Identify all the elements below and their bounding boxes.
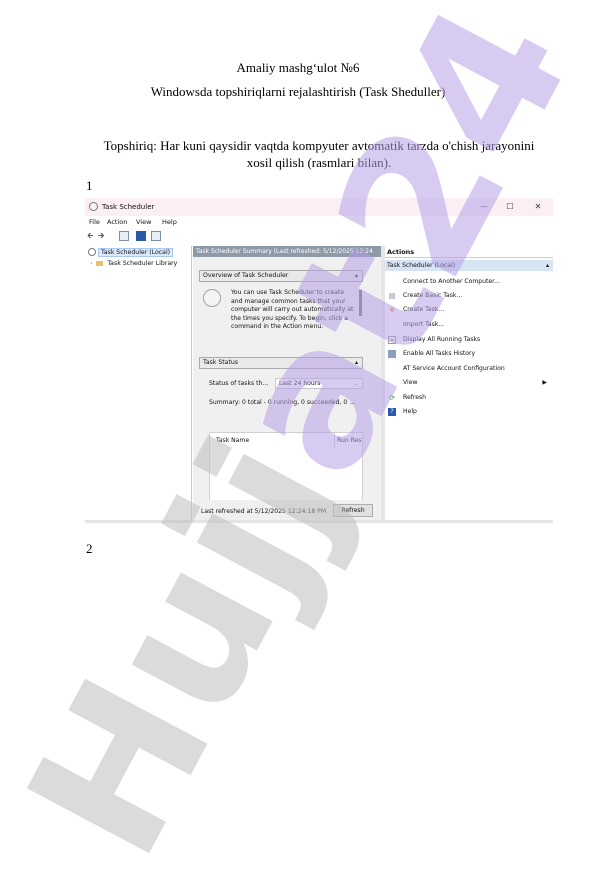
create-task-icon: ✺ (389, 306, 395, 314)
action-help[interactable]: Help (403, 408, 417, 415)
actions-subheader-label: Task Scheduler (Local) (387, 262, 456, 269)
column-divider[interactable] (334, 433, 335, 447)
actions-subheader[interactable]: Task Scheduler (Local) ▴ (385, 260, 553, 271)
back-arrow-icon[interactable]: 🡰 (87, 231, 93, 241)
tree-item-label: Task Scheduler (Local) (97, 248, 174, 257)
action-refresh[interactable]: Refresh (403, 394, 426, 401)
title-bar: Task Scheduler — ☐ ✕ (85, 198, 553, 216)
console-tree: Task Scheduler (Local) › Task Scheduler … (85, 246, 192, 520)
action-at-service-account[interactable]: AT Service Account Configuration (403, 365, 505, 372)
show-hide-tree-icon[interactable] (119, 231, 129, 241)
task-status-section-header[interactable]: Task Status ▴ (199, 357, 363, 369)
history-icon (388, 350, 396, 358)
help-icon[interactable] (136, 231, 146, 241)
scrollbar[interactable] (359, 290, 362, 316)
status-label: Status of tasks th... (209, 380, 269, 387)
help-icon: ? (388, 408, 396, 416)
action-view[interactable]: View (403, 379, 417, 386)
action-import-task[interactable]: Import Task... (403, 321, 444, 328)
action-create-task[interactable]: Create Task... (403, 306, 444, 313)
window-title: Task Scheduler (102, 203, 155, 211)
clock-icon (89, 202, 98, 211)
status-period-value: Last 24 hours (279, 380, 321, 387)
action-connect-computer[interactable]: Connect to Another Computer... (403, 278, 500, 285)
collapse-arrow-icon[interactable]: ▴ (355, 358, 358, 368)
show-action-pane-icon[interactable] (151, 231, 161, 241)
status-summary: Summary: 0 total - 0 running, 0 succeede… (209, 399, 356, 406)
column-header-run-result[interactable]: Run Res (337, 437, 362, 444)
menu-help[interactable]: Help (162, 218, 177, 226)
document-title: Amaliy mashg‘ulot №6 (236, 60, 360, 75)
minimize-button[interactable]: — (477, 201, 491, 213)
window-bottom-edge (85, 520, 553, 523)
status-period-select[interactable]: Last 24 hours ⌄ (275, 378, 363, 389)
forward-arrow-icon[interactable]: 🡲 (98, 231, 104, 241)
figure-1-number: 1 (86, 178, 93, 193)
maximize-button[interactable]: ☐ (503, 201, 517, 213)
actions-header: Actions (385, 246, 553, 258)
running-tasks-icon: ≡ (388, 336, 396, 344)
overview-text: You can use Task Scheduler to create and… (231, 289, 354, 330)
clock-icon (88, 248, 96, 256)
refresh-button[interactable]: Refresh (333, 504, 373, 517)
collapse-arrow-icon[interactable]: ▴ (355, 271, 358, 281)
create-basic-task-icon: ▤ (388, 292, 396, 300)
summary-pane: Task Scheduler Summary (Last refreshed: … (193, 246, 381, 520)
menu-action[interactable]: Action (107, 218, 127, 226)
action-display-running-tasks[interactable]: Display All Running Tasks (403, 336, 480, 343)
collapse-arrow-icon[interactable]: ▴ (546, 260, 549, 271)
figure-2-number: 2 (86, 541, 93, 556)
refresh-icon: ⟳ (389, 394, 395, 402)
task-text: Topshiriq: Har kuni qaysidir vaqtda komp… (86, 137, 552, 171)
task-scheduler-icon (203, 289, 221, 307)
submenu-arrow-icon[interactable]: ▶ (542, 379, 547, 386)
toolbar: 🡰 🡲 (85, 228, 553, 244)
menu-view[interactable]: View (136, 218, 151, 226)
tree-item-task-scheduler-library[interactable]: › Task Scheduler Library (90, 260, 177, 267)
menu-file[interactable]: File (89, 218, 100, 226)
chevron-right-icon[interactable]: › (90, 260, 92, 267)
action-enable-history[interactable]: Enable All Tasks History (403, 350, 475, 357)
task-scheduler-screenshot: Task Scheduler — ☐ ✕ File Action View He… (85, 198, 553, 523)
column-header-task-name[interactable]: Task Name (216, 437, 249, 444)
section-title: Task Status (203, 359, 239, 366)
close-button[interactable]: ✕ (531, 201, 545, 213)
summary-header: Task Scheduler Summary (Last refreshed: … (193, 246, 381, 257)
folder-icon (96, 260, 104, 266)
menu-bar: File Action View Help (85, 216, 553, 228)
overview-section-header[interactable]: Overview of Task Scheduler ▴ (199, 270, 363, 282)
task-line-2: xosil qilish (rasmlari bilan). (246, 155, 392, 170)
document-subtitle: Windowsda topshiriqlarni rejalashtirish … (150, 84, 446, 99)
task-line-1: Topshiriq: Har kuni qaysidir vaqtda komp… (103, 138, 535, 153)
action-create-basic-task[interactable]: Create Basic Task... (403, 292, 462, 299)
summary-footer: Last refreshed at 5/12/2025 12:24:18 PM … (193, 500, 381, 520)
section-title: Overview of Task Scheduler (203, 272, 289, 279)
tree-item-label: Task Scheduler Library (107, 260, 178, 267)
chevron-down-icon: ⌄ (353, 380, 359, 387)
tree-item-task-scheduler-local[interactable]: Task Scheduler (Local) (88, 248, 174, 257)
last-refreshed-text: Last refreshed at 5/12/2025 12:24:18 PM (201, 508, 327, 515)
actions-pane: Actions Task Scheduler (Local) ▴ Connect… (385, 246, 553, 520)
